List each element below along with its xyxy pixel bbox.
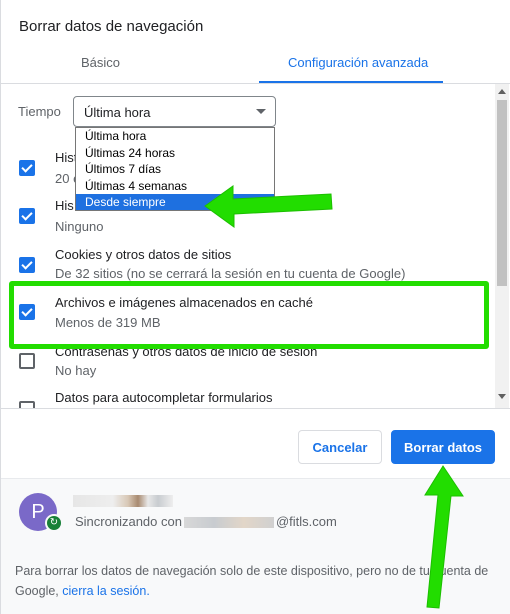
dropdown-option-last-4-weeks[interactable]: Últimas 4 semanas — [76, 178, 274, 194]
item-subtitle-cookies: De 32 sitios (no se cerrará la sesión en… — [55, 266, 406, 281]
sync-prefix: Sincronizando con — [75, 514, 182, 529]
footer-divider — [1, 408, 510, 409]
checkbox-autofill[interactable] — [19, 401, 35, 408]
dropdown-option-all-time[interactable]: Desde siempre — [76, 194, 274, 210]
time-range-value: Última hora — [84, 105, 151, 120]
chevron-down-icon — [256, 109, 266, 114]
autofill-row-clip: Datos para autocompletar formularios — [1, 384, 495, 408]
clear-data-button[interactable]: Borrar datos — [391, 430, 495, 464]
item-subtitle-passwords: No hay — [55, 363, 97, 378]
dropdown-option-last-7-days[interactable]: Últimos 7 días — [76, 161, 274, 177]
time-range-label: Tiempo — [18, 104, 61, 119]
annotation-highlight-box — [9, 281, 489, 349]
sync-status: Sincronizando con @fitls.com — [75, 514, 337, 529]
clear-browsing-data-dialog: Borrar datos de navegación Básico Config… — [0, 0, 510, 614]
tab-advanced[interactable]: Configuración avanzada — [288, 55, 428, 70]
time-range-select[interactable]: Última hora — [73, 96, 276, 127]
sign-out-note: Para borrar los datos de navegación solo… — [15, 561, 499, 601]
dropdown-option-last-24-hours[interactable]: Últimas 24 horas — [76, 145, 274, 161]
dropdown-option-last-hour[interactable]: Última hora — [76, 128, 274, 144]
checkbox-passwords[interactable] — [19, 353, 35, 369]
sync-icon: ↻ — [45, 514, 63, 532]
blurred-account-name — [73, 495, 173, 507]
blurred-email — [183, 517, 274, 529]
email-suffix: @fitls.com — [275, 514, 337, 529]
sign-out-link[interactable]: cierra la sesión. — [62, 584, 150, 598]
checkbox-browsing-history[interactable] — [19, 160, 35, 176]
item-title-download-history: His — [55, 198, 74, 213]
scroll-up-icon[interactable] — [498, 89, 506, 94]
checkbox-download-history[interactable] — [19, 208, 35, 224]
item-subtitle-download-history: Ninguno — [55, 219, 104, 234]
checkbox-cookies[interactable] — [19, 257, 35, 273]
scroll-down-icon[interactable] — [498, 394, 506, 399]
item-title-autofill: Datos para autocompletar formularios — [55, 390, 273, 405]
time-range-dropdown: Última hora Últimas 24 horas Últimos 7 d… — [75, 127, 275, 211]
item-title-cookies: Cookies y otros datos de sitios — [55, 247, 232, 262]
tab-basic[interactable]: Básico — [81, 55, 120, 70]
scrollbar-thumb[interactable] — [497, 100, 507, 286]
cancel-button[interactable]: Cancelar — [298, 430, 382, 464]
dialog-title: Borrar datos de navegación — [19, 18, 204, 35]
